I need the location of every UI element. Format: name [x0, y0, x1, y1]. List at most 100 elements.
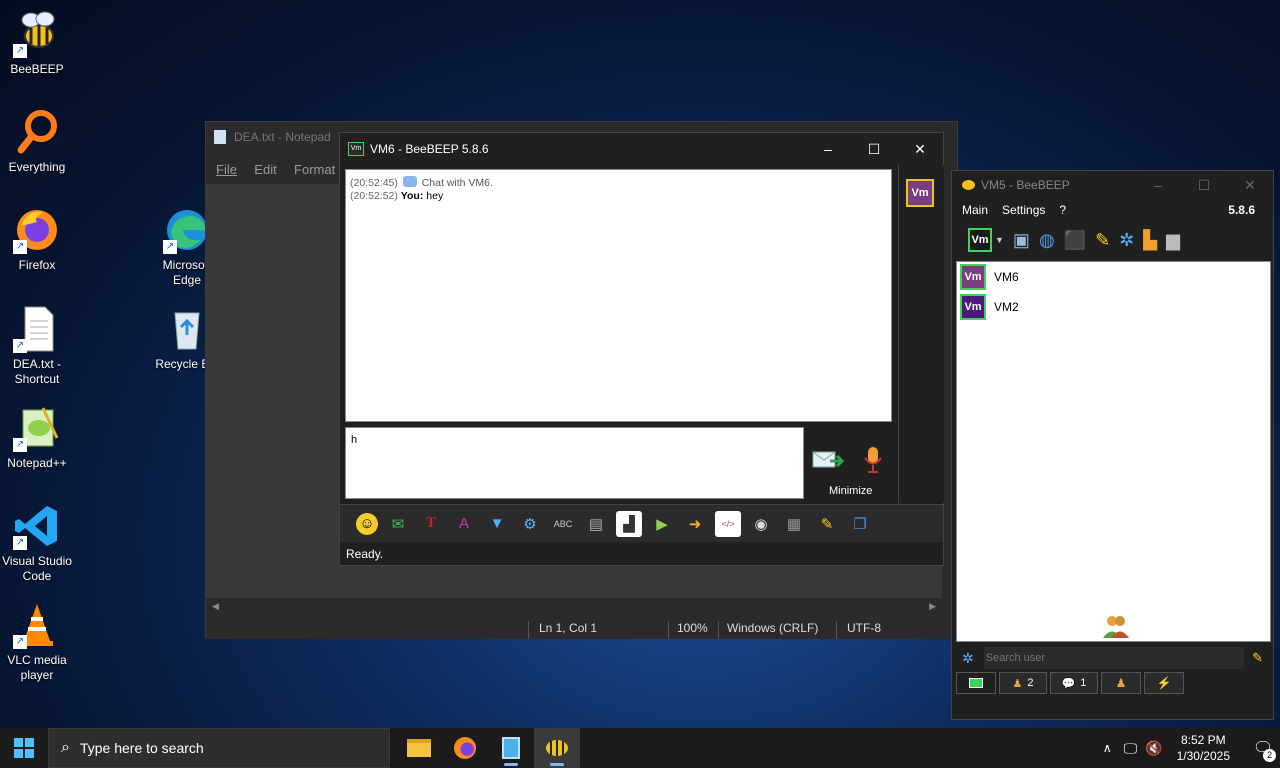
gear-icon[interactable]: ✲	[962, 650, 974, 667]
screenshot-icon[interactable]: ◉	[748, 511, 774, 537]
emoticon-icon[interactable]: ☺	[356, 512, 378, 535]
send-folder-icon[interactable]: ➜	[682, 511, 708, 537]
tab-users[interactable]	[956, 672, 996, 694]
tab-shares[interactable]: ⚡	[1144, 672, 1184, 694]
maximize-button[interactable]: ☐	[1181, 171, 1227, 199]
clock[interactable]: 8:52 PM 1/30/2025	[1177, 732, 1230, 764]
chat-status: Ready.	[346, 547, 384, 561]
text-file-icon: ↗	[13, 305, 61, 353]
my-status-button[interactable]: Vm	[968, 228, 992, 252]
envelope-icon[interactable]: ✉	[385, 511, 411, 537]
taskbar-firefox[interactable]	[442, 728, 488, 768]
detach-window-icon[interactable]: ❐	[847, 511, 873, 537]
clock-time: 8:52 PM	[1180, 733, 1226, 747]
desktop-icon-label: VLC media player	[7, 653, 67, 682]
send-file-icon[interactable]: ▶	[649, 511, 675, 537]
tab-groups[interactable]: ♟ 2	[999, 672, 1047, 694]
notepad-hscrollbar[interactable]: ◀ ▶	[206, 598, 942, 614]
close-button[interactable]: ✕	[1227, 171, 1273, 199]
chevron-down-icon[interactable]: ▼	[995, 235, 1004, 245]
html-icon[interactable]: </>	[715, 510, 741, 537]
menu-file[interactable]: File	[216, 162, 237, 177]
clock-date: 1/30/2025	[1176, 749, 1230, 763]
desktop-icon-firefox[interactable]: ↗ Firefox	[0, 206, 74, 273]
edge-icon: ↗	[163, 206, 211, 254]
bookmark-icon[interactable]: ▟	[616, 510, 642, 537]
search-user-input[interactable]	[983, 647, 1245, 669]
folder-icon	[407, 739, 431, 757]
microphone-icon	[864, 447, 882, 473]
menu-main[interactable]: Main	[962, 203, 988, 217]
notification-button[interactable]: 🗨 2	[1246, 728, 1280, 768]
users-group-icon: ♟	[1012, 677, 1023, 690]
notepadpp-icon: ↗	[13, 404, 61, 452]
start-button[interactable]	[0, 728, 48, 768]
taskbar-file-explorer[interactable]	[396, 728, 442, 768]
minimize-label[interactable]: Minimize	[829, 485, 872, 497]
tab-network[interactable]: ♟	[1101, 672, 1141, 694]
vm5-window: VM5 - BeeBEEP – ☐ ✕ Main Settings ? 5.8.…	[951, 170, 1274, 720]
menu-format[interactable]: Format	[294, 162, 335, 177]
close-button[interactable]: ✕	[897, 134, 943, 164]
plugins-icon[interactable]: ✲	[1119, 230, 1134, 251]
tab-chats[interactable]: 💬 1	[1050, 672, 1098, 694]
filter-icon[interactable]: ▼	[484, 511, 510, 537]
menu-settings[interactable]: Settings	[1002, 203, 1045, 217]
chat-members-panel: Vm	[898, 165, 944, 503]
gear-icon[interactable]: ⚙	[517, 511, 543, 537]
send-button[interactable]	[812, 447, 845, 473]
desktop-icon-beebeep[interactable]: ↗ BeeBEEP	[0, 10, 74, 77]
trash-icon[interactable]: ▆	[1166, 230, 1180, 251]
terminal-icon[interactable]: ▦	[781, 511, 807, 537]
taskbar-notepad[interactable]	[488, 728, 534, 768]
message-row: (20:52:52) You: hey	[350, 190, 887, 203]
maximize-button[interactable]: ☐	[851, 134, 897, 164]
user-row-vm6[interactable]: Vm VM6	[957, 262, 1270, 292]
windows-logo-icon	[14, 738, 34, 758]
minimize-button[interactable]: –	[1135, 171, 1181, 199]
bee-icon	[546, 740, 568, 756]
firefox-icon: ↗	[13, 206, 61, 254]
vm5-titlebar[interactable]: VM5 - BeeBEEP – ☐ ✕	[952, 171, 1273, 199]
spellcheck-icon[interactable]: ABC	[550, 511, 576, 537]
status-encoding: UTF-8	[836, 621, 881, 639]
edit-message-icon[interactable]: ✎	[1095, 230, 1110, 251]
font-icon[interactable]: T	[418, 511, 444, 537]
bee-small-icon	[962, 180, 975, 190]
desktop-icon-notepadpp[interactable]: ↗ Notepad++	[0, 404, 74, 471]
desktop-icon-vscode[interactable]: ↗ Visual Studio Code	[0, 502, 74, 584]
offline-messages-icon[interactable]: ⬛	[1064, 230, 1086, 251]
voice-message-button[interactable]	[862, 445, 884, 475]
message-input[interactable]: h	[345, 427, 804, 499]
chat-messages[interactable]: (20:52:45) Chat with VM6. (20:52:52) You…	[345, 169, 892, 422]
shortcut-arrow-icon: ↗	[13, 44, 27, 58]
magnifier-icon	[13, 108, 61, 156]
desktop-icon-label: Firefox	[18, 258, 56, 272]
taskbar-search[interactable]: ⌕ Type here to search	[48, 728, 390, 768]
notepad-app-icon	[214, 130, 226, 144]
member-badge[interactable]: Vm	[906, 179, 934, 207]
desktop-icon-vlc[interactable]: ↗ VLC media player	[0, 601, 74, 683]
status-zoom: 100%	[668, 621, 708, 639]
menu-help[interactable]: ?	[1059, 203, 1066, 217]
chevron-up-icon[interactable]: ∧	[1103, 741, 1112, 755]
taskbar: ⌕ Type here to search ∧ 🖵 🔇 8:52 PM 1/30…	[0, 728, 1280, 768]
desktop-icon-everything[interactable]: Everything	[0, 108, 74, 175]
network-icon[interactable]: 🖵	[1124, 740, 1138, 757]
share-folder-icon[interactable]: ▙	[1143, 230, 1157, 251]
menu-edit[interactable]: Edit	[254, 162, 276, 177]
desktop-icon-dea-shortcut[interactable]: ↗ DEA.txt - Shortcut	[0, 305, 74, 387]
dictionary-icon[interactable]: ▤	[583, 511, 609, 537]
font-color-icon[interactable]: A	[451, 511, 477, 537]
chat-toolbar: ☺ ✉ T A ▼ ⚙ ABC ▤ ▟ ▶ ➜ </> ◉ ▦ ✎ ❐	[340, 504, 943, 542]
network-icon[interactable]: ◍	[1039, 230, 1055, 251]
user-row-vm2[interactable]: Vm VM2	[957, 292, 1270, 322]
minimize-button[interactable]: –	[805, 134, 851, 164]
chat-titlebar[interactable]: Vm VM6 - BeeBEEP 5.8.6 – ☐ ✕	[340, 133, 943, 165]
clear-search-icon[interactable]: ✎	[1252, 650, 1263, 666]
volume-icon[interactable]: 🔇	[1145, 740, 1162, 757]
vcard-icon[interactable]: ▣	[1013, 230, 1030, 251]
taskbar-beebeep[interactable]	[534, 728, 580, 768]
vlc-cone-icon: ↗	[13, 601, 61, 649]
notes-icon[interactable]: ✎	[814, 511, 840, 537]
